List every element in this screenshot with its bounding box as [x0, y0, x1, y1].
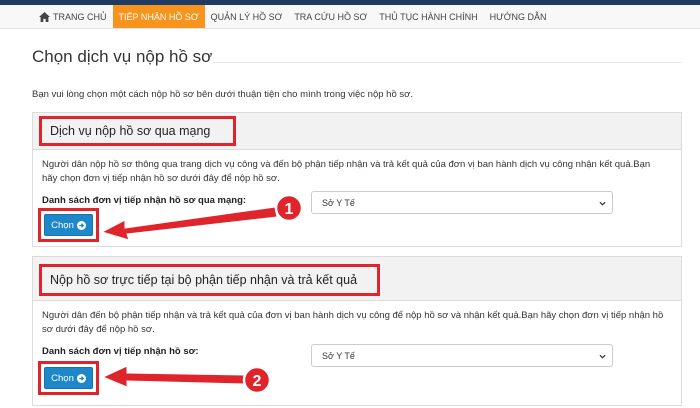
unit-list-label: Danh sách đơn vị tiếp nhận hồ sơ qua mạn… — [42, 195, 247, 206]
panel-title-text: Nộp hồ sơ trực tiếp tại bộ phận tiếp nhậ… — [50, 273, 358, 287]
choose-button-label: Chọn — [51, 219, 74, 231]
unit-select[interactable]: Sở Y Tế — [311, 344, 613, 367]
unit-select-value: Sở Y Tế — [322, 197, 355, 208]
chevron-down-icon — [599, 354, 606, 359]
unit-select-value: Sở Y Tế — [322, 350, 355, 361]
nav-item-label: HƯỚNG DẪN — [489, 11, 547, 22]
unit-list-label: Danh sách đơn vị tiếp nhận hồ sơ: — [42, 346, 199, 357]
nav-item-tra-cuu[interactable]: TRA CỨU HỒ SƠ — [288, 5, 373, 28]
panel-title-text: Dịch vụ nộp hồ sơ qua mạng — [50, 124, 211, 138]
title-divider — [212, 62, 682, 63]
main-nav: TRANG CHỦ TIẾP NHẬN HỒ SƠ QUẢN LÝ HỒ SƠ … — [0, 5, 700, 29]
panel-header: Dịch vụ nộp hồ sơ qua mạng — [33, 113, 681, 150]
circle-arrow-right-icon — [76, 220, 86, 230]
online-submission-panel: Dịch vụ nộp hồ sơ qua mạng Người dân nộp… — [32, 112, 682, 247]
panel-description: Người dân nộp hồ sơ thông qua trang dịch… — [42, 159, 651, 184]
nav-item-label: TRA CỨU HỒ SƠ — [294, 11, 368, 22]
nav-item-quan-ly[interactable]: QUẢN LÝ HỒ SƠ — [205, 5, 289, 28]
nav-item-label: TIẾP NHẬN HỒ SƠ — [118, 11, 199, 22]
button-highlight-box: Chọn — [38, 208, 99, 242]
panel-description: Người dân đến bộ phận tiếp nhận và trả k… — [42, 310, 664, 335]
page-intro: Bạn vui lòng chọn một cách nộp hồ sơ bên… — [32, 89, 414, 100]
nav-item-label: QUẢN LÝ HỒ SƠ — [210, 11, 283, 22]
chevron-down-icon — [599, 201, 606, 206]
choose-button-label: Chọn — [51, 372, 74, 384]
circle-arrow-right-icon — [76, 373, 86, 383]
nav-item-home[interactable]: TRANG CHỦ — [33, 5, 113, 28]
nav-item-label: TRANG CHỦ — [53, 11, 107, 22]
nav-item-thu-tuc[interactable]: THỦ TỤC HÀNH CHÍNH — [373, 5, 483, 28]
home-icon — [39, 11, 50, 22]
panel-title-highlighted: Dịch vụ nộp hồ sơ qua mạng — [39, 116, 236, 146]
nav-item-label: THỦ TỤC HÀNH CHÍNH — [379, 11, 478, 22]
panel-title-highlighted: Nộp hồ sơ trực tiếp tại bộ phận tiếp nhậ… — [39, 264, 380, 296]
unit-select[interactable]: Sở Y Tế — [311, 191, 613, 214]
choose-button[interactable]: Chọn — [44, 214, 93, 236]
direct-submission-panel: Nộp hồ sơ trực tiếp tại bộ phận tiếp nhậ… — [32, 256, 682, 406]
page-title: Chọn dịch vụ nộp hồ sơ — [32, 47, 213, 66]
nav-item-tiep-nhan[interactable]: TIẾP NHẬN HỒ SƠ — [112, 5, 205, 28]
panel-header: Nộp hồ sơ trực tiếp tại bộ phận tiếp nhậ… — [33, 257, 681, 301]
button-highlight-box: Chọn — [38, 361, 99, 395]
nav-item-huong-dan[interactable]: HƯỚNG DẪN — [484, 5, 553, 28]
choose-button[interactable]: Chọn — [44, 367, 93, 389]
